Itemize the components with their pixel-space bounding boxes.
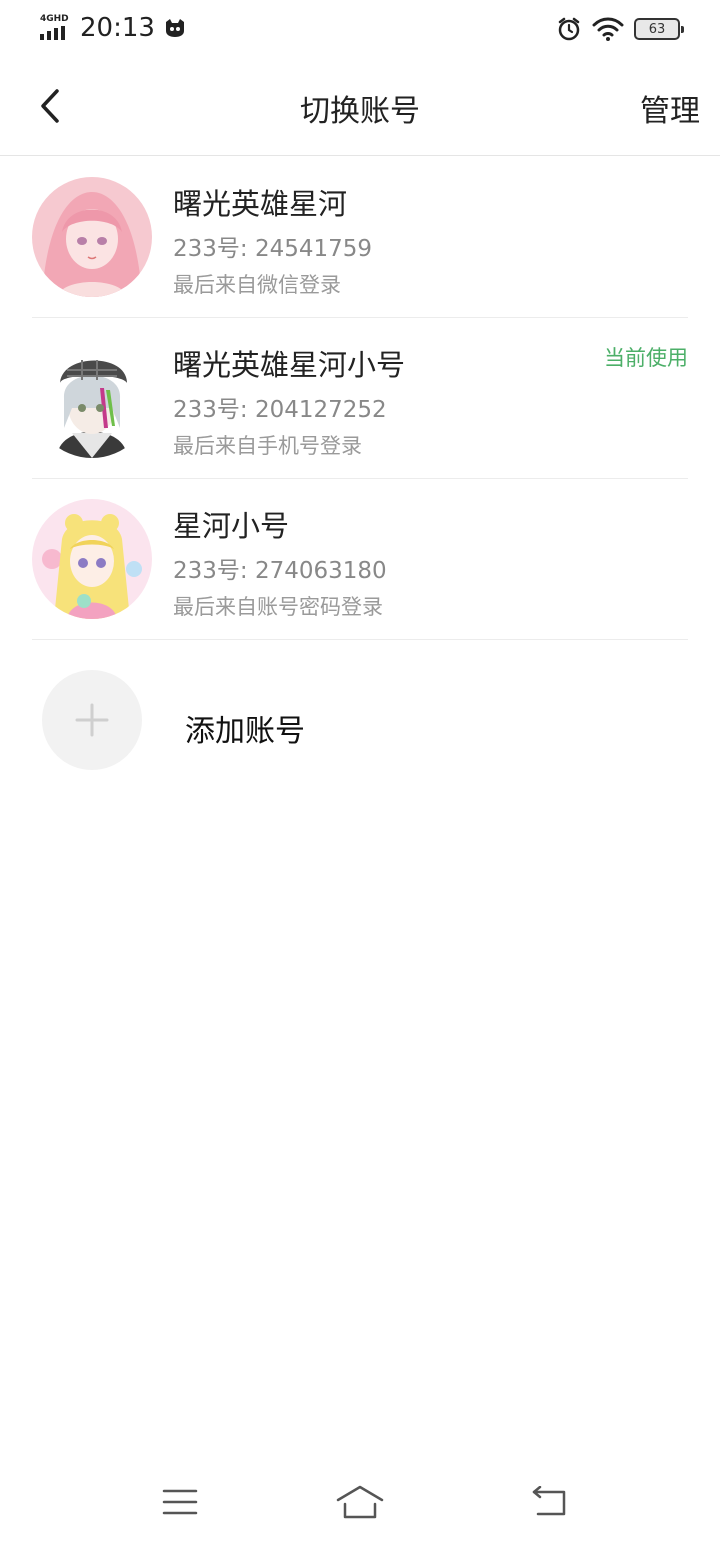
return-button[interactable] — [520, 1480, 580, 1524]
battery-icon: 63 — [634, 18, 684, 40]
cellular-signal-icon: 4GHD — [40, 14, 72, 42]
avatar — [32, 499, 152, 619]
account-name: 曙光英雄星河 — [173, 187, 348, 221]
manage-button[interactable]: 管理 — [640, 86, 700, 130]
account-id: 233号: 274063180 — [173, 558, 387, 584]
account-item[interactable]: 曙光英雄星河小号 233号: 204127252 最后来自手机号登录 当前使用 — [0, 318, 720, 479]
status-time: 20:13 — [80, 13, 155, 43]
account-id: 233号: 204127252 — [173, 397, 387, 423]
plus-icon — [75, 703, 109, 737]
wifi-icon — [592, 17, 624, 41]
current-account-badge: 当前使用 — [604, 346, 688, 370]
return-icon — [532, 1486, 566, 1516]
alarm-icon — [558, 17, 580, 41]
account-login-source: 最后来自微信登录 — [173, 273, 341, 297]
add-account-button[interactable]: 添加账号 — [0, 660, 720, 780]
menu-button[interactable] — [150, 1480, 210, 1524]
account-list: 曙光英雄星河 233号: 24541759 最后来自微信登录 曙光英雄星河小号 … — [0, 157, 720, 640]
home-icon — [336, 1485, 384, 1519]
account-name: 曙光英雄星河小号 — [173, 348, 406, 382]
status-right: 63 — [556, 14, 684, 44]
menu-icon — [162, 1489, 198, 1515]
account-login-source: 最后来自账号密码登录 — [173, 595, 383, 619]
network-type-label: 4GHD — [40, 14, 69, 24]
add-account-circle — [42, 670, 142, 770]
nav-bar: 切换账号 管理 — [0, 56, 720, 156]
account-login-source: 最后来自手机号登录 — [173, 434, 362, 458]
divider — [32, 639, 688, 640]
page-title: 切换账号 — [300, 94, 420, 129]
account-item[interactable]: 曙光英雄星河 233号: 24541759 最后来自微信登录 — [0, 157, 720, 318]
home-button[interactable] — [330, 1480, 390, 1524]
account-item[interactable]: 星河小号 233号: 274063180 最后来自账号密码登录 — [0, 479, 720, 640]
add-account-label: 添加账号 — [185, 714, 305, 749]
status-left: 4GHD 20:13 — [40, 12, 187, 44]
status-bar: 4GHD 20:13 63 — [0, 0, 720, 56]
system-nav-bar — [0, 1464, 720, 1544]
app-notification-icon — [165, 19, 184, 37]
avatar — [32, 338, 152, 458]
battery-level: 63 — [648, 21, 666, 37]
account-id: 233号: 24541759 — [173, 236, 373, 262]
avatar — [32, 177, 152, 297]
account-name: 星河小号 — [173, 509, 290, 543]
